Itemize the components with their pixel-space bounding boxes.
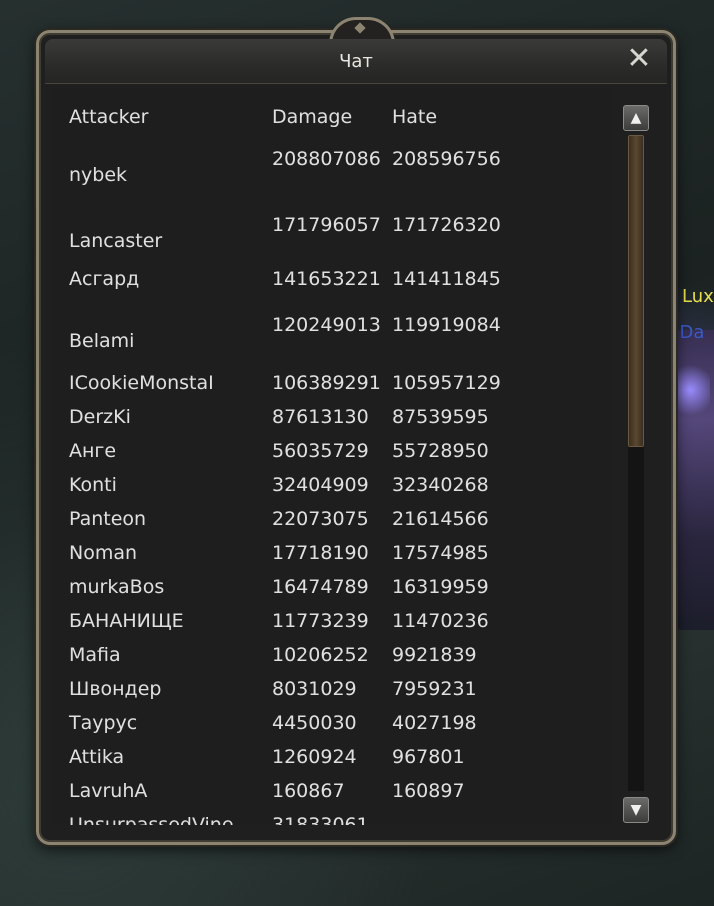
damage-value: 171796057 [272,214,381,236]
close-icon[interactable]: ✕ [625,44,653,74]
arrow-down-icon[interactable]: ▼ [623,797,649,823]
attacker-name: Mafia [69,644,121,666]
table-row: Mafia 10206252 9921839 [69,641,569,671]
attacker-name: Belami [69,330,135,352]
attacker-name: Таурус [69,712,138,734]
damage-value: 160867 [272,780,345,802]
hate-value: 16319959 [392,576,489,598]
table-row: Швондер 8031029 7959231 [69,675,569,705]
table-row: nybek 208807086 208596756 [69,145,569,205]
background-glow [670,360,710,420]
damage-value: 32404909 [272,474,369,496]
hate-value: 55728950 [392,440,489,462]
attacker-name: LavruhA [69,780,148,802]
damage-value: 10206252 [272,644,369,666]
arrow-up-icon[interactable]: ▲ [623,105,649,131]
attacker-name: Attika [69,746,125,768]
header-attacker: Attacker [69,106,149,128]
table-row: Анге 56035729 55728950 [69,437,569,467]
attacker-name: Lancaster [69,230,163,252]
hate-value: 21614566 [392,508,489,530]
hate-value: 141411845 [392,268,501,290]
scrollbar-thumb[interactable] [628,135,644,447]
damage-table: Attacker Damage Hate nybek 208807086 20859675… [53,89,613,825]
hate-value: 4027198 [392,712,477,734]
window-titlebar[interactable]: Чат ✕ [45,39,667,84]
damage-value: 120249013 [272,314,381,336]
damage-value: 56035729 [272,440,369,462]
table-row: murkaBos 16474789 16319959 [69,573,569,603]
hate-value: 7959231 [392,678,477,700]
scrollbar-track[interactable] [628,135,644,791]
attacker-name: ICookieMonstaI [69,372,214,394]
table-row: Attika 1260924 967801 [69,743,569,773]
table-header: Attacker Damage Hate [69,103,569,133]
hate-value: 119919084 [392,314,501,336]
hate-value: 32340268 [392,474,489,496]
damage-value: 31833061 [272,814,369,825]
attacker-name: Konti [69,474,117,496]
attacker-name: Panteon [69,508,147,530]
attacker-name: murkaBos [69,576,165,598]
table-row: Lancaster 171796057 171726320 [69,211,569,271]
damage-value: 4450030 [272,712,357,734]
scrollbar[interactable]: ▲ ▼ [621,105,653,825]
hate-value: 17574985 [392,542,489,564]
hate-value: 967801 [392,746,465,768]
attacker-name: UnsurpassedVine [69,814,234,825]
table-row: LavruhA 160867 160897 [69,777,569,807]
table-row: DerzKi 87613130 87539595 [69,403,569,433]
attacker-name: nybek [69,164,128,186]
damage-value: 208807086 [272,148,381,170]
hate-value: 11470236 [392,610,489,632]
damage-value: 1260924 [272,746,357,768]
attacker-name: БАНАНИЩЕ [69,610,184,632]
damage-value: 16474789 [272,576,369,598]
attacker-name: Анге [69,440,117,462]
hate-value: 208596756 [392,148,501,170]
table-row: ICookieMonstaI 106389291 105957129 [69,369,569,399]
damage-value: 17718190 [272,542,369,564]
damage-value: 11773239 [272,610,369,632]
table-row: Таурус 4450030 4027198 [69,709,569,739]
window-title: Чат [339,51,373,72]
damage-value: 106389291 [272,372,381,394]
hate-value: 87539595 [392,406,489,428]
table-row: Konti 32404909 32340268 [69,471,569,501]
damage-value: 8031029 [272,678,357,700]
table-row: Belami 120249013 119919084 [69,311,569,371]
attacker-name: Noman [69,542,138,564]
attacker-name: Швондер [69,678,162,700]
background-character-name: Lux [682,286,714,307]
table-row: UnsurpassedVine 31833061 [69,811,569,825]
table-row: Noman 17718190 17574985 [69,539,569,569]
damage-value: 22073075 [272,508,369,530]
hate-value: 171726320 [392,214,501,236]
header-damage: Damage [272,106,353,128]
table-row: БАНАНИЩЕ 11773239 11470236 [69,607,569,637]
hate-value: 9921839 [392,644,477,666]
table-row: Асгард 141653221 141411845 [69,265,569,295]
table-row: Panteon 22073075 21614566 [69,505,569,535]
hate-value: 160897 [392,780,465,802]
attacker-name: DerzKi [69,406,131,428]
damage-value: 141653221 [272,268,381,290]
chat-window: Чат ✕ Attacker Damage Hate nybek 208807086 20… [36,17,676,845]
header-hate: Hate [392,106,438,128]
damage-value: 87613130 [272,406,369,428]
hate-value: 105957129 [392,372,501,394]
attacker-name: Асгард [69,268,140,290]
